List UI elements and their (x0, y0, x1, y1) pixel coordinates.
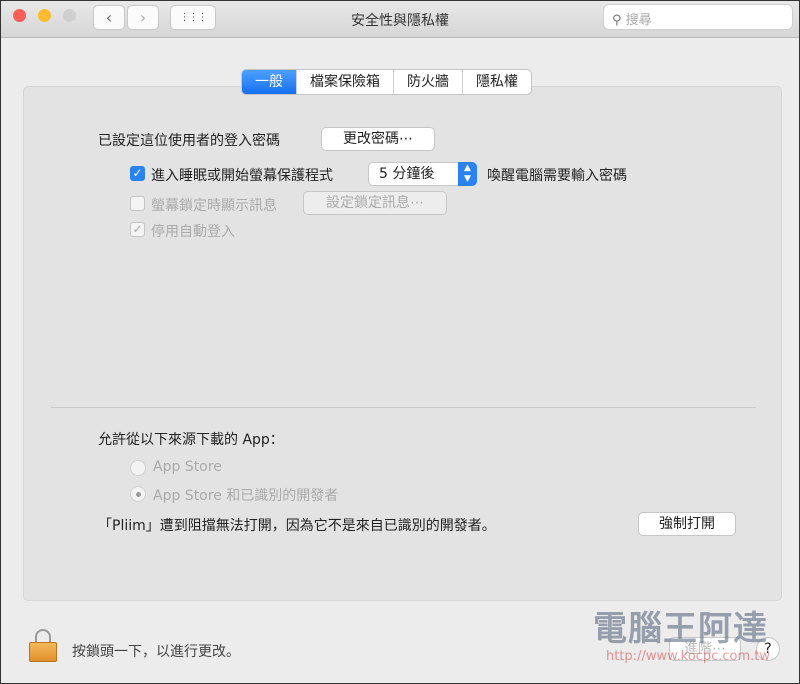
tab-firewall[interactable]: 防火牆 (394, 70, 463, 94)
change-password-button[interactable]: 更改密碼⋯ (321, 127, 435, 151)
divider (51, 407, 756, 408)
tab-bar: 一般 檔案保險箱 防火牆 隱私權 (241, 69, 532, 95)
password-delay-select[interactable]: 5 分鐘後 ▲ ▼ (368, 162, 477, 186)
disable-autologin-checkbox[interactable]: ✓ (130, 222, 145, 237)
window: ‹ › ⋮⋮⋮ 安全性與隱私權 ⚲ 搜尋 一般 檔案保險箱 防火牆 隱私權 已設… (0, 0, 800, 684)
search-input[interactable]: ⚲ 搜尋 (603, 4, 793, 30)
radio-app-store[interactable] (130, 460, 146, 476)
tab-privacy[interactable]: 隱私權 (463, 70, 531, 94)
search-icon: ⚲ (612, 13, 622, 28)
lock-text: 按鎖頭一下，以進行更改。 (72, 644, 240, 660)
checkmark-icon: ✓ (132, 222, 143, 236)
require-password-suffix: 喚醒電腦需要輸入密碼 (487, 168, 627, 184)
watermark-logo: 電腦王阿達 (593, 609, 768, 649)
password-label: 已設定這位使用者的登入密碼 (98, 133, 280, 149)
disable-autologin-label: 停用自動登入 (151, 224, 235, 240)
blocked-message: 「Pliim」遭到阻擋無法打開，因為它不是來自已識別的開發者。 (98, 518, 496, 534)
checkmark-icon: ✓ (132, 166, 143, 180)
radio-app-store-label: App Store (153, 459, 222, 475)
require-password-label: 進入睡眠或開始螢幕保護程式 (151, 168, 333, 184)
require-password-checkbox[interactable]: ✓ (130, 166, 145, 181)
radio-identified-developers[interactable] (130, 486, 146, 502)
watermark-url: http://www.kocpc.com.tw (606, 649, 770, 664)
downloads-label: 允許從以下來源下載的 App： (98, 432, 284, 448)
lock-icon[interactable] (29, 629, 57, 663)
chevron-updown-icon: ▲ ▼ (458, 162, 477, 186)
open-anyway-button[interactable]: 強制打開 (638, 512, 736, 536)
tab-filevault[interactable]: 檔案保險箱 (297, 70, 394, 94)
radio-identified-developers-label: App Store 和已識別的開發者 (153, 488, 339, 504)
show-message-label: 螢幕鎖定時顯示訊息 (151, 198, 277, 214)
search-placeholder: 搜尋 (625, 13, 652, 28)
title-bar: ‹ › ⋮⋮⋮ 安全性與隱私權 ⚲ 搜尋 (1, 1, 799, 38)
select-value: 5 分鐘後 (379, 166, 435, 182)
show-message-checkbox[interactable] (130, 196, 145, 211)
set-lock-message-button[interactable]: 設定鎖定訊息⋯ (303, 191, 447, 215)
tab-general[interactable]: 一般 (242, 70, 297, 94)
